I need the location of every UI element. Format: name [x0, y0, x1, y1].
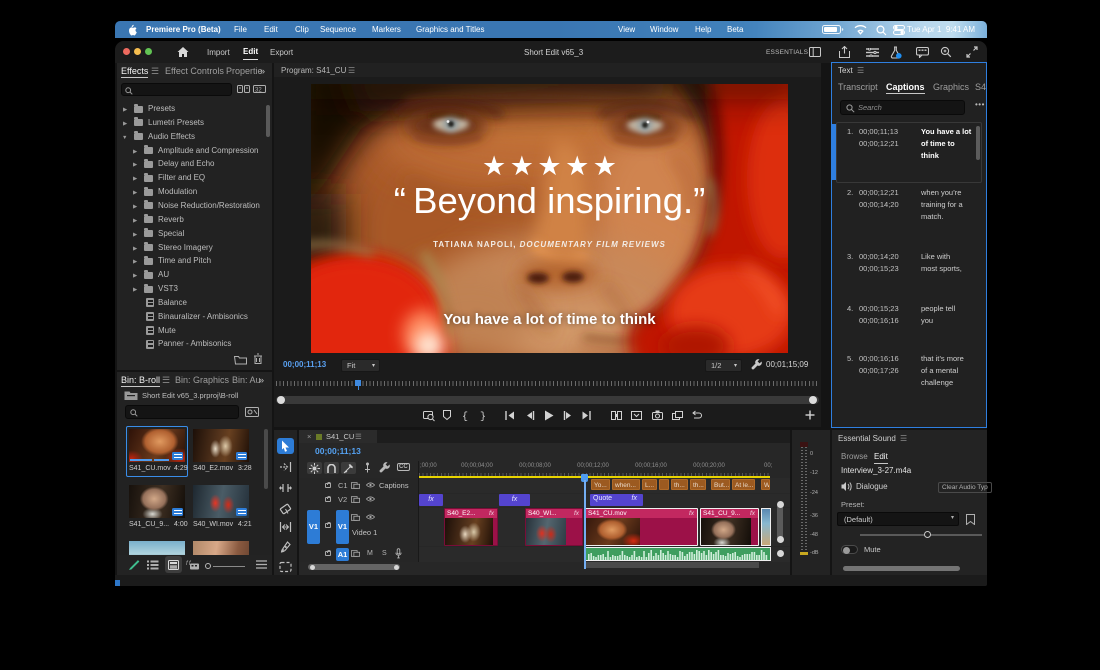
- svg-text:32: 32: [255, 88, 262, 94]
- svg-text:{: {: [462, 411, 468, 422]
- svg-text:}: }: [480, 411, 486, 422]
